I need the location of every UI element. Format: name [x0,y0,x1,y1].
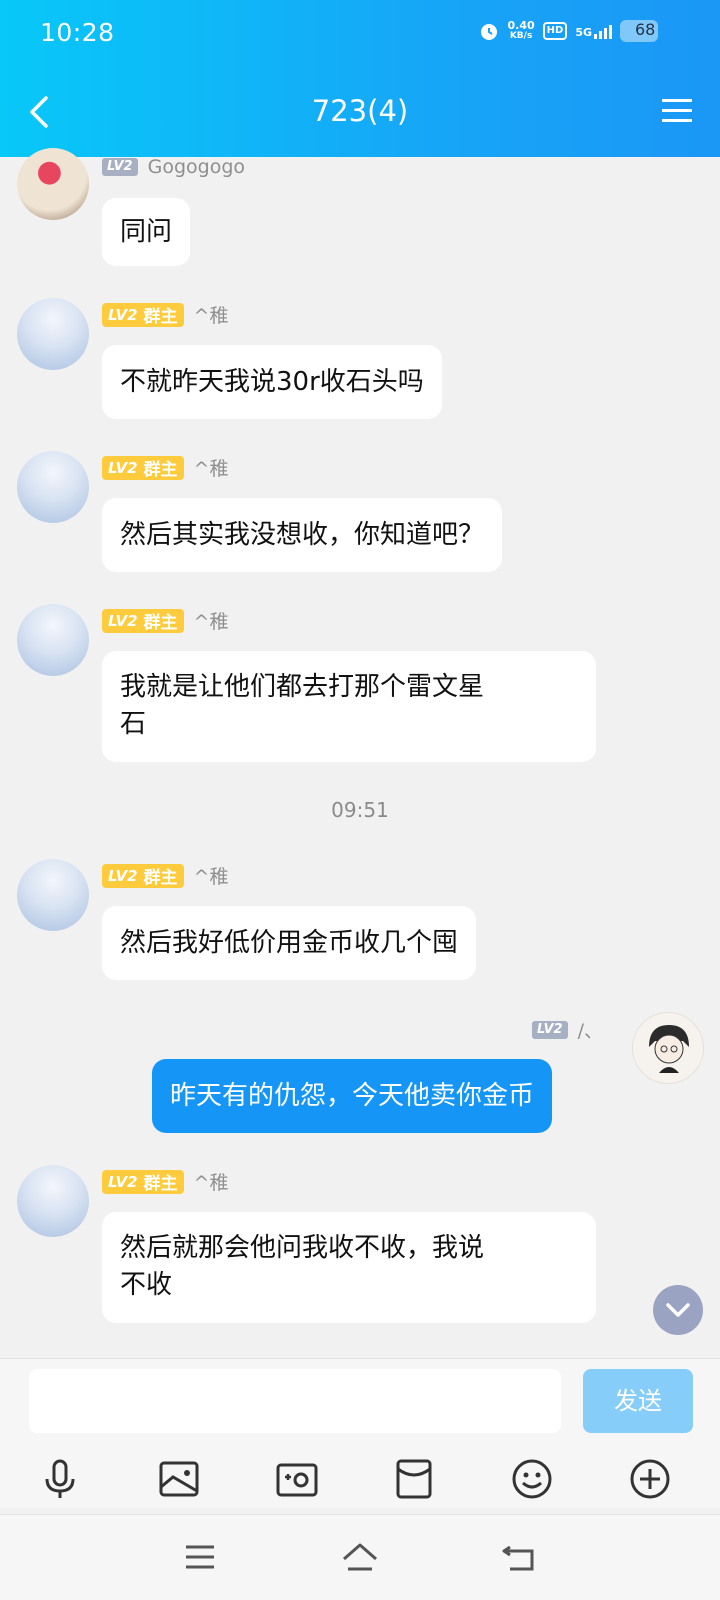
avatar[interactable] [17,604,89,676]
system-nav-bar [0,1514,720,1600]
emoji-icon[interactable] [508,1455,556,1503]
chat-nav: 723(4) [0,80,720,146]
avatar[interactable] [17,298,89,370]
camera-icon[interactable] [273,1455,321,1503]
message-meta: LV2 /、 [532,1016,603,1043]
message-bubble[interactable]: 然后其实我没想收，你知道吧？ [102,498,503,572]
chevron-down-icon [666,1303,690,1317]
nickname: ^稚 [193,866,229,888]
battery-icon: 68 [620,20,658,42]
my-message-bubble[interactable]: 昨天有的仇怨，今天他卖你金币 [152,1059,553,1133]
message-input[interactable] [29,1369,561,1433]
input-toolbar [0,1455,720,1503]
owner-badge: LV2 群主 [102,455,184,480]
status-bar: 10:28 0.40 KB/s HD 5G 68 [0,0,720,66]
avatar[interactable] [632,1012,704,1084]
nickname: Gogogogo [147,156,246,178]
plus-icon[interactable] [626,1455,674,1503]
nickname: ^稚 [193,611,229,633]
level-badge: LV2 [102,158,138,176]
message-bubble[interactable]: 然后我好低价用金币收几个囤 [102,906,477,980]
avatar[interactable] [17,451,89,523]
owner-badge: LV2 群主 [102,302,184,327]
hd-badge: HD [542,22,568,40]
menu-icon[interactable] [660,96,694,126]
scroll-to-bottom-button[interactable] [653,1285,703,1335]
network-speed: 0.40 KB/s [507,19,535,41]
back-icon[interactable] [500,1537,540,1577]
owner-badge: LV2 群主 [102,863,184,888]
message-bubble[interactable]: 不就昨天我说30r收石头吗 [102,345,442,419]
message-meta: LV2 群主 ^稚 [102,607,228,634]
avatar[interactable] [17,1165,89,1237]
owner-badge: LV2 群主 [102,608,184,633]
image-icon[interactable] [155,1455,203,1503]
input-bar: 发送 [0,1358,720,1508]
owner-badge: LV2 群主 [102,1169,184,1194]
nickname: ^稚 [193,1172,229,1194]
message-meta: LV2 群主 ^稚 [102,1168,228,1195]
nickname: ^稚 [193,305,229,327]
avatar[interactable] [17,859,89,931]
message-bubble[interactable]: 我就是让他们都去打那个雷文星 石 [102,651,596,762]
message-bubble[interactable]: 然后就那会他问我收不收，我说 不收 [102,1212,596,1323]
avatar-drawing [649,1025,689,1073]
alarm-icon [480,24,497,40]
timestamp: 09:51 [331,798,389,822]
avatar[interactable] [17,148,89,220]
send-button[interactable]: 发送 [583,1369,693,1433]
level-badge: LV2 [532,1020,568,1039]
home-icon[interactable] [340,1537,380,1577]
message-meta: LV2 群主 ^稚 [102,862,228,889]
red-packet-icon[interactable] [390,1455,438,1503]
message-bubble[interactable]: 同问 [102,198,191,266]
microphone-icon[interactable] [36,1455,84,1503]
top-bar: 10:28 0.40 KB/s HD 5G 68 723(4) [0,0,720,157]
signal-icon: 5G [575,23,612,39]
message-meta: LV2 群主 ^稚 [102,454,228,481]
message-meta: LV2 群主 ^稚 [102,301,228,328]
menu-icon[interactable] [180,1537,220,1577]
nickname: ^稚 [193,458,229,480]
message-meta: LV2 Gogogogo [102,156,245,178]
chat-title: 723(4) [311,94,409,128]
status-time: 10:28 [40,18,115,47]
status-icons: 0.40 KB/s HD 5G 68 [478,19,658,42]
nickname: /、 [577,1020,604,1042]
